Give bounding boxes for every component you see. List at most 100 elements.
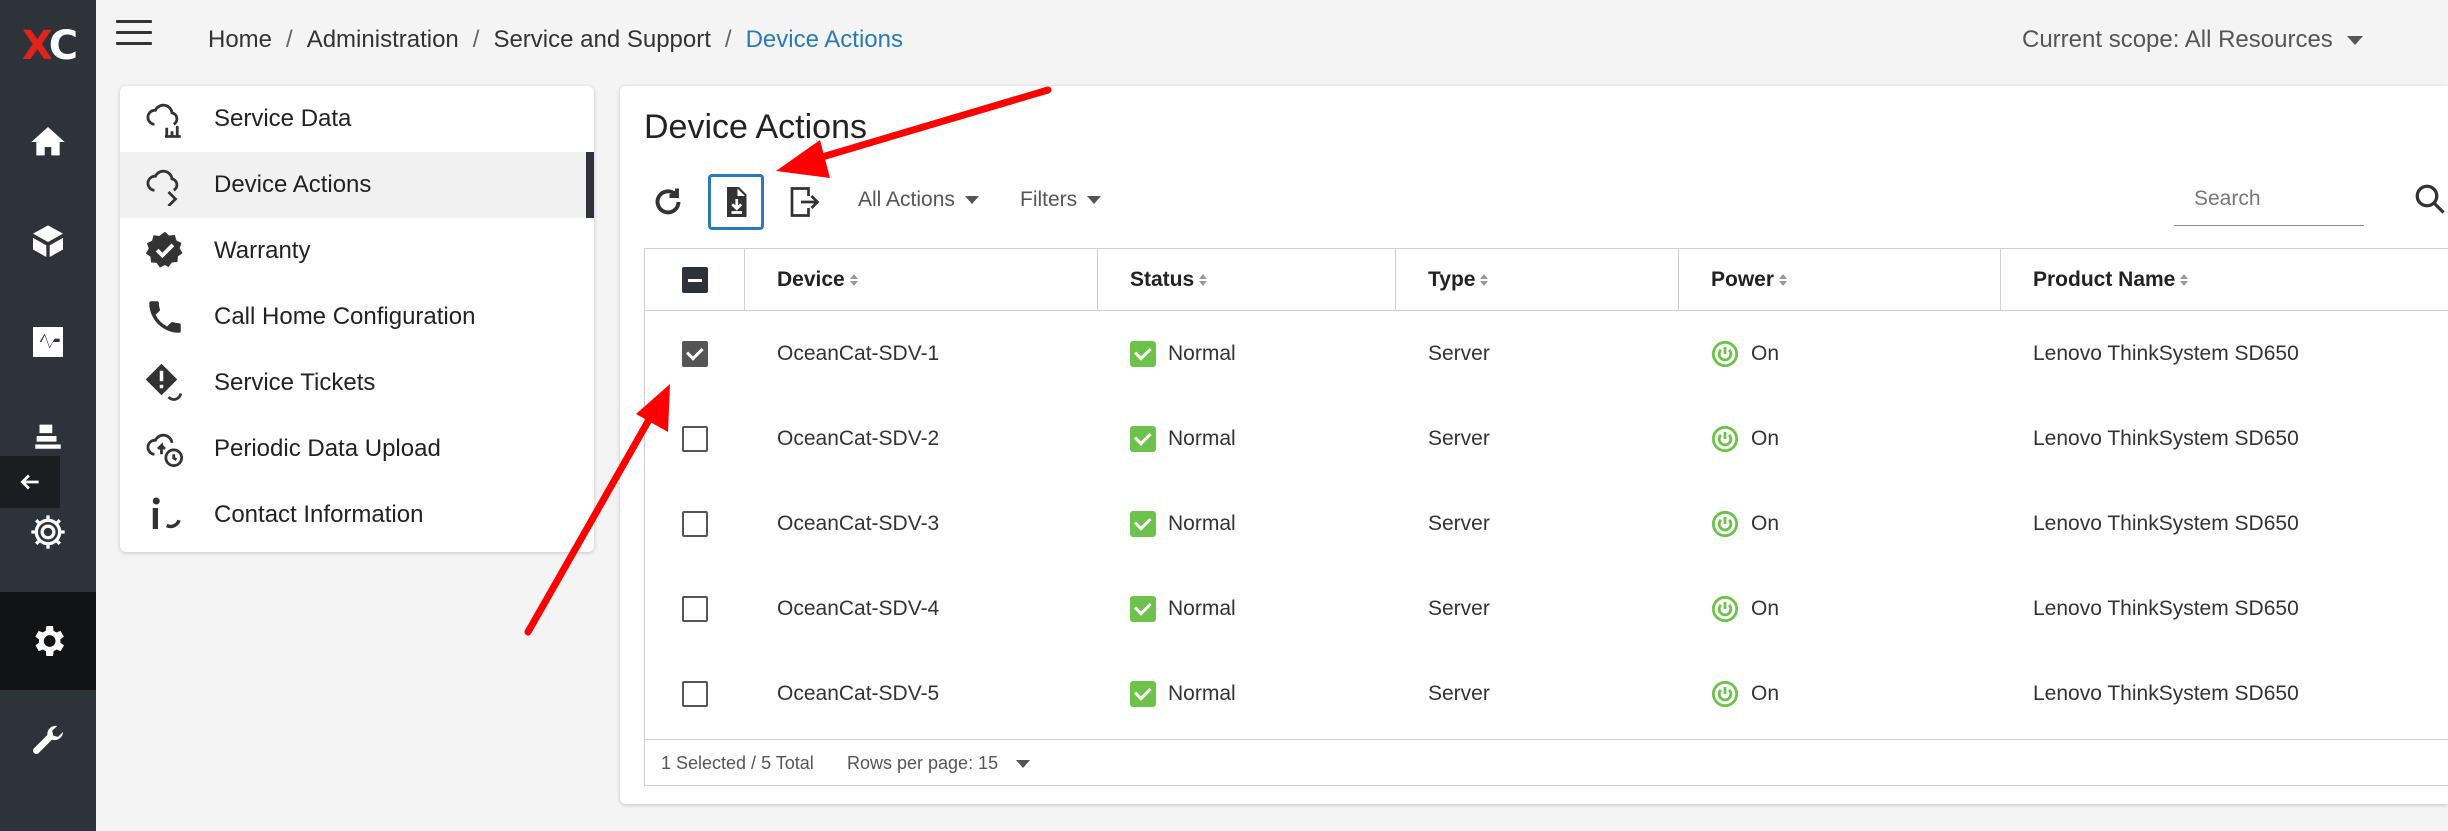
- page-title: Device Actions: [644, 108, 867, 146]
- selection-count: 1 Selected / 5 Total: [661, 753, 814, 773]
- product-cell: Lenovo ThinkSystem SD650: [2033, 341, 2299, 365]
- export-button[interactable]: [776, 174, 832, 230]
- sort-icon: [1779, 274, 1788, 286]
- menu-item-contact-info[interactable]: Contact Information: [120, 482, 594, 548]
- column-header-type[interactable]: Type: [1396, 249, 1679, 311]
- rail-item-monitoring[interactable]: [0, 293, 96, 391]
- search-input[interactable]: [2174, 176, 2364, 222]
- search-icon[interactable]: [2412, 181, 2448, 217]
- breadcrumb-service-support[interactable]: Service and Support: [493, 26, 710, 53]
- row-checkbox[interactable]: [682, 510, 708, 537]
- device-cell: OceanCat-SDV-3: [777, 511, 940, 535]
- devices-table: Device Status Type Power Product Name Oc…: [644, 248, 2448, 786]
- rail-item-settings[interactable]: [0, 592, 96, 690]
- menu-item-service-tickets[interactable]: Service Tickets: [120, 350, 594, 416]
- ticket-alert-icon: [142, 360, 188, 406]
- row-checkbox[interactable]: [682, 680, 708, 707]
- type-cell: Server: [1428, 341, 1490, 365]
- info-phone-icon: [142, 492, 188, 538]
- type-cell: Server: [1428, 681, 1490, 705]
- status-cell: Normal: [1130, 396, 1236, 481]
- select-all-cell: [645, 249, 745, 311]
- status-normal-icon: [1130, 340, 1156, 367]
- service-support-menu: Service Data Device Actions Warranty Cal…: [120, 86, 594, 552]
- rail-item-resources[interactable]: [0, 193, 96, 291]
- row-checkbox[interactable]: [682, 340, 708, 367]
- cloud-arrow-icon: [142, 162, 188, 208]
- device-actions-card: Device Actions All Actions Filters Devic…: [620, 86, 2448, 804]
- menu-item-service-data[interactable]: Service Data: [120, 86, 594, 152]
- settings-gear-icon: [35, 626, 64, 656]
- menu-item-call-home[interactable]: Call Home Configuration: [120, 284, 594, 350]
- home-icon: [31, 127, 65, 156]
- collapse-nav-button[interactable]: [0, 456, 60, 508]
- menu-item-device-actions[interactable]: Device Actions: [120, 152, 594, 218]
- type-cell: Server: [1428, 511, 1490, 535]
- chevron-down-icon: [964, 196, 979, 204]
- product-cell: Lenovo ThinkSystem SD650: [2033, 681, 2299, 705]
- row-checkbox[interactable]: [682, 595, 708, 622]
- device-cell: OceanCat-SDV-1: [777, 341, 940, 365]
- table-row[interactable]: OceanCat-SDV-1 Normal Server On Lenovo T…: [645, 311, 2448, 396]
- refresh-icon: [655, 188, 681, 215]
- power-on-icon: [1711, 680, 1739, 707]
- sort-icon: [1199, 274, 1208, 286]
- column-header-power[interactable]: Power: [1679, 249, 2001, 311]
- refresh-button[interactable]: [640, 174, 696, 230]
- breadcrumb-home[interactable]: Home: [208, 26, 272, 53]
- search-field: [2174, 176, 2364, 226]
- cube-icon: [33, 225, 63, 257]
- select-all-checkbox[interactable]: [681, 267, 708, 293]
- nav-rail: XC: [0, 0, 96, 831]
- power-cell: On: [1711, 651, 1779, 736]
- column-header-device[interactable]: Device: [745, 249, 1098, 311]
- power-on-icon: [1711, 510, 1739, 537]
- status-normal-icon: [1130, 510, 1156, 537]
- cloud-clock-icon: [142, 426, 188, 472]
- phone-icon: [142, 294, 188, 340]
- cloud-chart-icon: [142, 96, 188, 142]
- download-button[interactable]: [708, 174, 764, 230]
- type-cell: Server: [1428, 426, 1490, 450]
- power-cell: On: [1711, 396, 1779, 481]
- table-footer: 1 Selected / 5 Total Rows per page: 15: [645, 739, 2448, 787]
- provisioning-icon: [35, 424, 61, 449]
- activity-icon: [33, 327, 63, 357]
- hamburger-menu-icon[interactable]: [116, 20, 152, 50]
- breadcrumb: Home / Administration / Service and Support /…: [208, 26, 903, 53]
- all-actions-dropdown[interactable]: All Actions: [858, 188, 979, 212]
- sort-icon: [849, 274, 858, 286]
- scope-selector[interactable]: Current scope: All Resources: [2022, 26, 2363, 54]
- chevron-down-icon: [2346, 35, 2363, 45]
- breadcrumb-administration[interactable]: Administration: [307, 26, 459, 53]
- column-header-status[interactable]: Status: [1098, 249, 1396, 311]
- chevron-down-icon: [1016, 759, 1031, 768]
- status-cell: Normal: [1130, 566, 1236, 651]
- status-normal-icon: [1130, 595, 1156, 622]
- table-row[interactable]: OceanCat-SDV-5 Normal Server On Lenovo T…: [645, 651, 2448, 736]
- device-cell: OceanCat-SDV-5: [777, 681, 940, 705]
- gear-icon: [31, 515, 65, 549]
- menu-item-warranty[interactable]: Warranty: [120, 218, 594, 284]
- rail-item-provisioning[interactable]: [0, 393, 96, 463]
- arrow-left-icon: [20, 474, 39, 490]
- app-logo[interactable]: XC: [0, 0, 96, 92]
- table-row[interactable]: OceanCat-SDV-4 Normal Server On Lenovo T…: [645, 566, 2448, 651]
- rail-item-home[interactable]: [0, 93, 96, 191]
- filters-dropdown[interactable]: Filters: [1020, 188, 1102, 212]
- device-cell: OceanCat-SDV-2: [777, 426, 940, 450]
- power-on-icon: [1711, 595, 1739, 622]
- menu-item-periodic-upload[interactable]: Periodic Data Upload: [120, 416, 594, 482]
- export-icon: [790, 187, 820, 217]
- sort-icon: [2180, 274, 2189, 286]
- column-header-product[interactable]: Product Name: [2001, 249, 2448, 311]
- top-bar: Home / Administration / Service and Support /…: [96, 0, 2448, 82]
- table-row[interactable]: OceanCat-SDV-2 Normal Server On Lenovo T…: [645, 396, 2448, 481]
- status-cell: Normal: [1130, 481, 1236, 566]
- rows-per-page-selector[interactable]: Rows per page: 15: [847, 753, 1031, 774]
- table-row[interactable]: OceanCat-SDV-3 Normal Server On Lenovo T…: [645, 481, 2448, 566]
- rail-item-service[interactable]: [0, 692, 96, 790]
- status-cell: Normal: [1130, 311, 1236, 396]
- status-cell: Normal: [1130, 651, 1236, 736]
- row-checkbox[interactable]: [682, 425, 708, 452]
